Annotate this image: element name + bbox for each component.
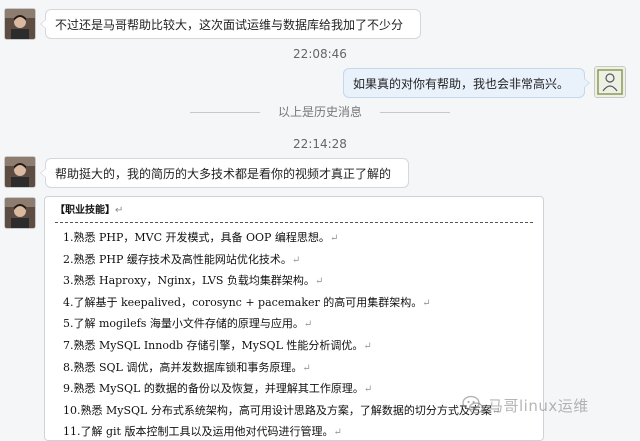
timestamp: 22:08:46 <box>293 47 347 61</box>
list-item: 4.了解基于 keepalived，corosync + pacemaker 的… <box>63 292 539 314</box>
divider-line-right <box>380 112 450 113</box>
return-mark: ↵ <box>115 205 124 216</box>
timestamp: 22:14:28 <box>293 137 347 151</box>
watermark: 马哥linux运维 <box>462 392 637 418</box>
return-mark: ↵ <box>363 384 373 396</box>
skill-text: 3.熟悉 Haproxy，Nginx，LVS 负载均集群架构。 <box>63 274 315 288</box>
list-item: 7.熟悉 MySQL Innodb 存储引擎，MySQL 性能分析调优。↵ <box>63 335 539 357</box>
return-mark: ↵ <box>314 276 324 288</box>
skill-text: 4.了解基于 keepalived，corosync + pacemaker 的… <box>63 295 423 309</box>
return-mark: ↵ <box>363 340 372 352</box>
skill-text: 5.了解 mogilefs 海量小文件存储的原理与应用。 <box>63 317 304 331</box>
contact-avatar-icon[interactable] <box>594 66 626 98</box>
skill-text: 8.熟悉 SQL 调优，高并发数据库锁和事务原理。 <box>63 360 303 374</box>
return-mark: ↵ <box>302 362 311 374</box>
skill-text: 10.熟悉 MySQL 分布式系统架构，高可用设计思路及方案，了解数据的切分方式… <box>63 403 492 417</box>
wechat-logo-icon <box>462 395 484 414</box>
message-bubble-1[interactable]: 不过还是马哥帮助比较大，这次面试运维与数据库给我加了不少分 <box>40 9 421 39</box>
skill-text: 9.熟悉 MySQL 的数据的备份以及恢复，并理解其工作原理。 <box>63 382 364 396</box>
list-item: 11.了解 git 版本控制工具以及运用他对代码进行管理。↵ <box>63 421 539 440</box>
resume-heading: 【职业技能】↵ <box>55 202 533 223</box>
skill-text: 1.熟悉 PHP，MVC 开发模式，具备 OOP 编程思想。 <box>63 231 330 244</box>
skill-text: 2.熟悉 PHP 缓存技术及高性能网站优化技术。 <box>63 252 292 266</box>
message-bubble-3[interactable]: 帮助挺大的，我的简历的大多技术都是看你的视频才真正了解的 <box>40 158 409 188</box>
user-avatar-icon[interactable] <box>4 156 36 188</box>
skill-text: 7.熟悉 MySQL Innodb 存储引擎，MySQL 性能分析调优。 <box>63 338 364 352</box>
list-item: 3.熟悉 Haproxy，Nginx，LVS 负载均集群架构。↵ <box>63 270 539 292</box>
return-mark: ↵ <box>291 254 301 266</box>
history-divider: 以上是历史消息 <box>190 104 450 120</box>
return-mark: ↵ <box>422 297 431 309</box>
list-item: 8.熟悉 SQL 调优，高并发数据库锁和事务原理。↵ <box>63 357 539 379</box>
user-avatar-icon[interactable] <box>4 197 36 229</box>
user-avatar-icon[interactable] <box>4 8 36 40</box>
return-mark: ↵ <box>333 427 342 439</box>
list-item: 5.了解 mogilefs 海量小文件存储的原理与应用。↵ <box>63 313 539 335</box>
return-mark: ↵ <box>329 233 339 244</box>
message-bubble-2[interactable]: 如果真的对你有帮助，我也会非常高兴。 <box>343 68 590 98</box>
resume-heading-text: 【职业技能】 <box>55 205 115 216</box>
return-mark: ↵ <box>303 319 313 331</box>
message-text: 帮助挺大的，我的简历的大多技术都是看你的视频才真正了解的 <box>55 167 392 181</box>
message-text: 不过还是马哥帮助比较大，这次面试运维与数据库给我加了不少分 <box>55 18 404 32</box>
watermark-text: 马哥linux运维 <box>488 397 589 415</box>
list-item: 1.熟悉 PHP，MVC 开发模式，具备 OOP 编程思想。↵ <box>63 227 539 249</box>
message-text: 如果真的对你有帮助，我也会非常高兴。 <box>353 77 570 91</box>
list-item: 2.熟悉 PHP 缓存技术及高性能网站优化技术。↵ <box>63 249 539 271</box>
skill-text: 11.了解 git 版本控制工具以及运用他对代码进行管理。 <box>63 425 334 439</box>
chat-window: { "messages": [ { "side": "left", "text"… <box>0 0 640 441</box>
